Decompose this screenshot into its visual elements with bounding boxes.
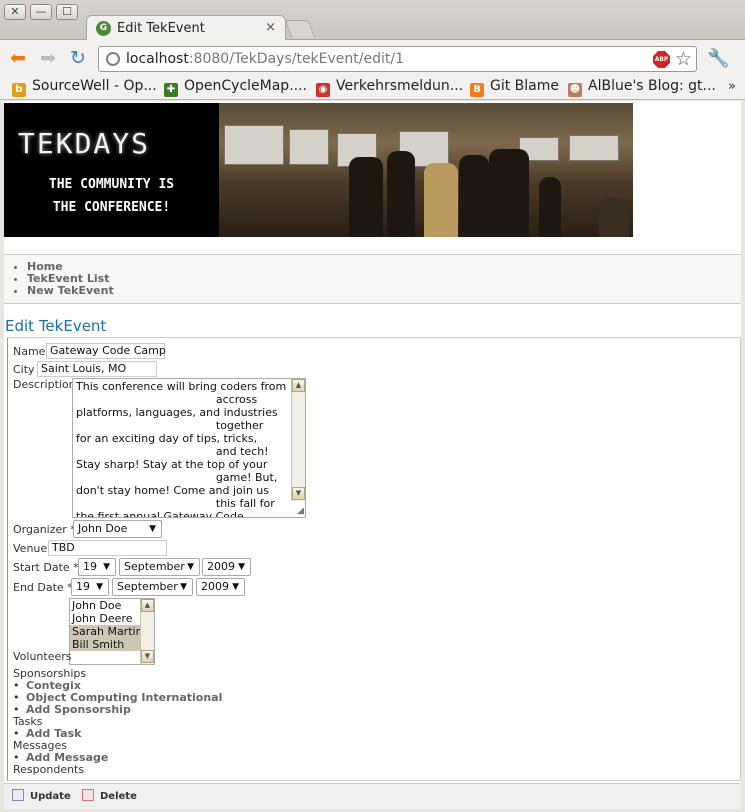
chevron-down-icon: ▼: [103, 562, 110, 572]
volunteers-listbox[interactable]: John Doe John Deere Sarah Martin Bill Sm…: [69, 598, 155, 665]
end-day-select[interactable]: 19 ▼: [71, 578, 109, 596]
window-titlebar: ✕ — ☐ G Edit TekEvent ×: [0, 0, 745, 41]
nav-home-link[interactable]: Home: [27, 261, 741, 273]
description-text: This conference will bring coders from a…: [76, 380, 287, 518]
chevron-down-icon: ▼: [187, 562, 194, 572]
chevron-down-icon: ▼: [96, 582, 103, 592]
forward-arrow-icon[interactable]: ➡: [40, 48, 56, 68]
organizer-select[interactable]: John Doe ▼: [73, 520, 162, 538]
bookmark-verkehrsmeldungen[interactable]: ◉ Verkehrsmeldun...: [316, 78, 463, 97]
reload-icon[interactable]: ↻: [70, 48, 86, 68]
chevron-down-icon: ▼: [180, 582, 187, 592]
url-text: localhost:8080/TekDays/tekEvent/edit/1: [126, 51, 404, 67]
start-month-select[interactable]: September ▼: [119, 558, 200, 576]
opencyclemap-icon: ✚: [164, 83, 178, 97]
description-scrollbar[interactable]: ▲ ▼: [291, 379, 305, 501]
close-window-button[interactable]: ✕: [4, 4, 26, 20]
page-title: Edit TekEvent: [5, 317, 107, 335]
main-nav: Home TekEvent List New TekEvent: [4, 254, 741, 304]
back-arrow-icon[interactable]: ⬅: [10, 48, 26, 68]
resize-grip-icon[interactable]: ◢: [297, 506, 304, 516]
chevron-down-icon: ▼: [232, 582, 239, 592]
city-input[interactable]: Saint Louis, MO: [37, 361, 157, 377]
bookmark-git-blame[interactable]: B Git Blame: [470, 78, 559, 97]
name-input[interactable]: Gateway Code Camp: [46, 343, 166, 359]
blogger-icon: B: [470, 83, 484, 97]
nav-new-tekevent-link[interactable]: New TekEvent: [27, 285, 741, 297]
browser-tab[interactable]: G Edit TekEvent ×: [86, 15, 286, 41]
nav-tekevent-list-link[interactable]: TekEvent List: [27, 273, 741, 285]
delete-icon: [82, 789, 94, 801]
new-tab-button[interactable]: [284, 20, 316, 38]
banner-logo-panel: TEKDAYS THE COMMUNITY IS THE CONFERENCE!: [4, 103, 219, 237]
banner-tagline-1: THE COMMUNITY IS: [48, 177, 175, 192]
edit-form: Name Gateway Code Camp City Saint Louis,…: [7, 337, 741, 781]
alblue-avatar-icon: ☻: [568, 83, 582, 97]
description-label: Description: [13, 378, 76, 391]
maximize-window-button[interactable]: ☐: [56, 4, 78, 20]
browser-toolbar: ⬅ ➡ ↻ localhost:8080/TekDays/tekEvent/ed…: [0, 40, 745, 76]
bookmarks-bar: b SourceWell - Op... ✚ OpenCycleMap.... ◉ V…: [0, 76, 745, 100]
organizer-label: Organizer *: [13, 523, 76, 536]
wrench-menu-icon[interactable]: 🔧: [707, 48, 729, 69]
end-date-label: End Date *: [13, 581, 73, 594]
page-viewport: TEKDAYS THE COMMUNITY IS THE CONFERENCE!…: [4, 101, 741, 809]
scroll-up-icon[interactable]: ▲: [292, 379, 305, 392]
description-textarea[interactable]: This conference will bring coders from a…: [72, 378, 306, 518]
bookmark-sourcewell[interactable]: b SourceWell - Op...: [12, 78, 157, 97]
start-year-select[interactable]: 2009 ▼: [202, 558, 251, 576]
respondents-label: Respondents: [13, 763, 85, 776]
end-year-select[interactable]: 2009 ▼: [196, 578, 245, 596]
tekdays-logo: TEKDAYS: [18, 127, 151, 160]
verkehr-icon: ◉: [316, 83, 330, 97]
update-button[interactable]: Update: [12, 789, 71, 802]
minimize-window-button[interactable]: —: [30, 4, 52, 20]
start-date-label: Start Date *: [13, 561, 79, 574]
bookmark-opencyclemap[interactable]: ✚ OpenCycleMap....: [164, 78, 307, 97]
start-day-select[interactable]: 19 ▼: [78, 558, 116, 576]
scroll-down-icon[interactable]: ▼: [292, 487, 305, 500]
chevron-down-icon: ▼: [149, 524, 156, 534]
volunteers-label: Volunteers: [13, 650, 72, 663]
bookmarks-overflow-icon[interactable]: »: [728, 79, 736, 94]
scroll-down-icon[interactable]: ▼: [141, 650, 154, 663]
end-month-select[interactable]: September ▼: [112, 578, 193, 596]
volunteers-scrollbar[interactable]: ▲ ▼: [140, 599, 154, 664]
tab-title: Edit TekEvent: [117, 21, 205, 36]
sourcewell-icon: b: [12, 83, 26, 97]
save-icon: [12, 789, 24, 801]
city-label: City: [13, 363, 35, 376]
conference-photo: [219, 103, 633, 237]
form-buttons: Update Delete: [4, 783, 741, 809]
venue-label: Venue: [13, 542, 48, 555]
adblock-icon[interactable]: ABP: [653, 51, 670, 68]
scroll-up-icon[interactable]: ▲: [141, 599, 154, 612]
name-label: Name: [13, 345, 46, 358]
delete-button[interactable]: Delete: [82, 789, 137, 802]
chevron-down-icon: ▼: [238, 562, 245, 572]
grails-favicon-icon: G: [96, 21, 111, 36]
tekdays-banner: TEKDAYS THE COMMUNITY IS THE CONFERENCE!: [4, 103, 633, 237]
venue-input[interactable]: TBD: [48, 540, 167, 556]
address-bar[interactable]: localhost:8080/TekDays/tekEvent/edit/1 A…: [98, 46, 697, 72]
tab-close-icon[interactable]: ×: [265, 20, 276, 35]
bookmark-alblue-blog[interactable]: ☻ AlBlue's Blog: gt...: [568, 78, 716, 97]
bookmark-star-icon[interactable]: ☆: [675, 48, 692, 70]
banner-tagline-2: THE CONFERENCE!: [52, 200, 171, 215]
globe-icon: [106, 52, 120, 66]
